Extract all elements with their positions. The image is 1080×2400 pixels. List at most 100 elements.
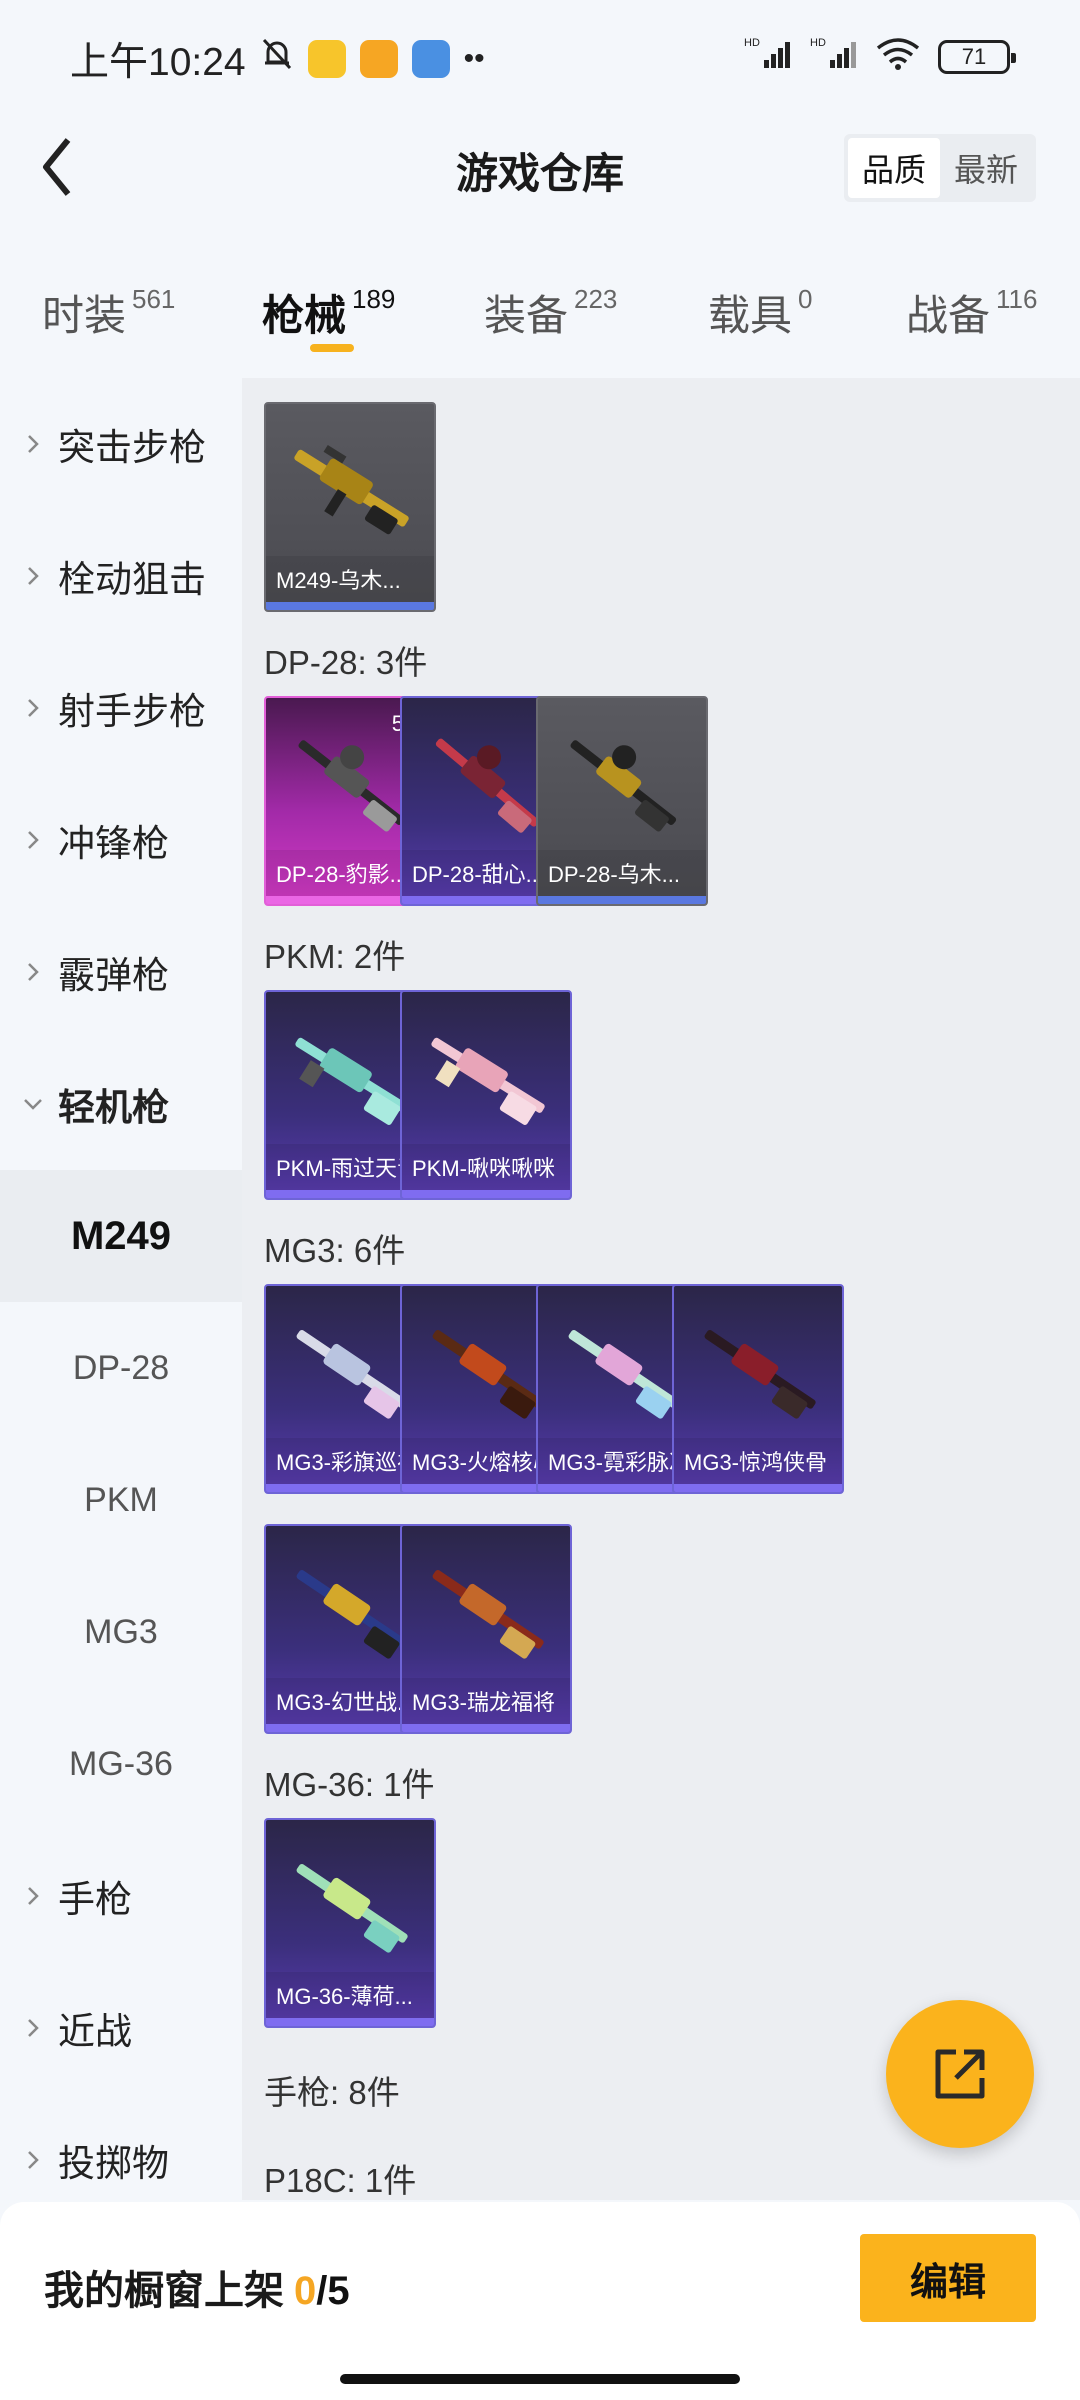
sidebar-item-marksman-rifle[interactable]: 射手步枪 (0, 642, 242, 774)
showcase-label: 我的橱窗上架 (44, 2269, 284, 2313)
skin-name: MG3-惊鸿侠骨 (674, 1438, 842, 1484)
sidebar-subitem-pkm[interactable]: PKM (0, 1434, 242, 1566)
chevron-right-icon (22, 433, 44, 455)
sidebar-item-label: 霰弹枪 (58, 955, 169, 996)
svg-text:HD: HD (744, 37, 760, 49)
rarity-bar (266, 602, 434, 610)
chevron-right-icon (22, 565, 44, 587)
sidebar-item-label: 轻机枪 (58, 1087, 169, 1128)
sidebar-item-assault-rifle[interactable]: 突击步枪 (0, 378, 242, 510)
skin-name: PKM-啾咪啾咪 (402, 1144, 570, 1190)
showcase-status: 我的橱窗上架 0 /5 (44, 2258, 350, 2316)
tab-weapons[interactable]: 枪械 189 (262, 282, 395, 343)
group-title: MG3: 6件 (264, 1232, 406, 1269)
sidebar-item-shotgun[interactable]: 霰弹枪 (0, 906, 242, 1038)
more-notifications-icon: •• (463, 42, 485, 75)
tab-vehicles[interactable]: 载具 0 (708, 282, 812, 343)
group-title: P18C: 1件 (264, 2162, 417, 2199)
skin-name: DP-28-乌木... (538, 850, 706, 896)
showcase-bar: 我的橱窗上架 0 /5 编辑 (0, 2202, 1080, 2400)
tab-fashion[interactable]: 时装 561 (42, 282, 175, 343)
tab-label: 枪械 (262, 292, 347, 339)
category-tabs: 时装 561 枪械 189 装备 223 载具 0 战备 116 (0, 260, 1080, 360)
active-tab-indicator (310, 344, 354, 352)
tab-count: 0 (798, 284, 813, 314)
app-header: 游戏仓库 品质 最新 (0, 118, 1080, 218)
tab-label: 时装 (42, 292, 127, 339)
tab-count: 189 (352, 284, 396, 314)
edit-button[interactable]: 编辑 (860, 2234, 1036, 2322)
sidebar-subitem-mg36[interactable]: MG-36 (0, 1698, 242, 1830)
gun-skin-icon (570, 740, 677, 832)
tab-label: 装备 (484, 292, 569, 339)
app-notification-icon (411, 40, 450, 78)
chevron-down-icon (22, 1097, 44, 1111)
signal-icon: HD (810, 36, 858, 77)
tab-equipment[interactable]: 装备 223 (484, 282, 617, 343)
gun-skin-icon (432, 1570, 544, 1659)
app-notification-icon (307, 40, 346, 78)
chevron-right-icon (22, 697, 44, 719)
skin-name: MG3-瑞龙福将 (402, 1678, 570, 1724)
sidebar-item-bolt-sniper[interactable]: 栓动狙击 (0, 510, 242, 642)
gun-skin-icon (431, 1037, 545, 1125)
rarity-bar (266, 2018, 434, 2026)
rarity-bar (538, 896, 706, 904)
group-title: PKM: 2件 (264, 938, 406, 975)
skin-card[interactable]: MG3-瑞龙福将 (400, 1524, 572, 1734)
status-time: 上午10:24 (70, 41, 246, 84)
svg-text:HD: HD (810, 37, 826, 49)
skin-card[interactable]: MG3-惊鸿侠骨 (672, 1284, 844, 1494)
battery-icon: 71 (938, 39, 1016, 74)
app-notification-icon (359, 40, 398, 78)
showcase-total: /5 (316, 2269, 350, 2313)
sidebar-item-label: 突击步枪 (58, 427, 206, 468)
home-indicator[interactable] (340, 2374, 740, 2384)
share-button[interactable] (886, 2000, 1034, 2148)
sidebar-subitem-m249[interactable]: M249 (0, 1170, 242, 1302)
signal-icon: HD (744, 36, 792, 77)
sidebar-subitem-dp28[interactable]: DP-28 (0, 1302, 242, 1434)
gun-skin-icon (294, 445, 409, 535)
sort-by-newest-button[interactable]: 最新 (940, 138, 1032, 198)
share-external-icon (935, 2049, 985, 2099)
sidebar-item-lmg[interactable]: 轻机枪 (0, 1038, 242, 1170)
sidebar-item-label: 投掷物 (58, 2143, 169, 2184)
tab-label: 战备 (906, 292, 991, 339)
skin-card[interactable]: PKM-啾咪啾咪 (400, 990, 572, 1200)
skin-name: MG-36-薄荷... (266, 1972, 434, 2018)
sidebar-item-label: 栓动狙击 (58, 559, 206, 600)
chevron-right-icon (22, 1885, 44, 1907)
chevron-right-icon (22, 2149, 44, 2171)
tab-count: 223 (574, 284, 618, 314)
status-bar: 上午10:24 •• HD HD 71 (0, 0, 1080, 118)
gun-skin-icon (704, 1330, 816, 1419)
sidebar-subitem-mg3[interactable]: MG3 (0, 1566, 242, 1698)
sidebar-item-pistol[interactable]: 手枪 (0, 1830, 242, 1962)
chevron-right-icon (22, 2017, 44, 2039)
showcase-count: 0 (294, 2269, 317, 2313)
sidebar-item-label: 射手步枪 (58, 691, 206, 732)
weapon-skin-list: M249-乌木... DP-28: 3件 5级 DP-28-豹影... DP-2… (242, 378, 1080, 2200)
sort-toggle: 品质 最新 (844, 134, 1036, 202)
gun-skin-icon (296, 1864, 408, 1953)
tab-label: 载具 (708, 292, 793, 339)
tab-count: 116 (996, 284, 1038, 314)
bell-muted-icon (260, 36, 294, 82)
skin-card[interactable]: MG-36-薄荷... (264, 1818, 436, 2028)
sort-by-quality-button[interactable]: 品质 (848, 138, 940, 198)
battery-level: 71 (961, 43, 987, 69)
sidebar-item-smg[interactable]: 冲锋枪 (0, 774, 242, 906)
chevron-right-icon (22, 829, 44, 851)
sidebar-item-label: 手枪 (58, 1879, 132, 1920)
tab-battle-supplies[interactable]: 战备 116 (906, 282, 1037, 343)
wifi-icon (876, 36, 920, 77)
chevron-right-icon (22, 961, 44, 983)
skin-card[interactable]: DP-28-乌木... (536, 696, 708, 906)
weapon-category-sidebar: 突击步枪 栓动狙击 射手步枪 冲锋枪 霰弹枪 轻机枪 M249 DP-28 PK… (0, 378, 242, 2198)
skin-card[interactable]: M249-乌木... (264, 402, 436, 612)
tab-count: 561 (132, 284, 176, 314)
group-title: DP-28: 3件 (264, 644, 428, 681)
rarity-bar (402, 1724, 570, 1732)
sidebar-item-melee[interactable]: 近战 (0, 1962, 242, 2094)
